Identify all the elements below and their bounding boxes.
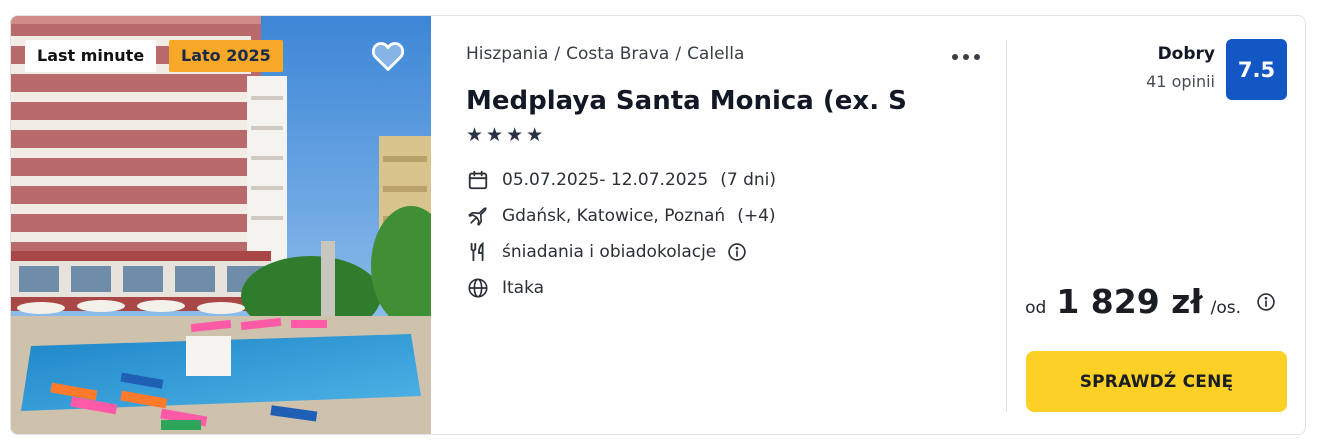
check-price-button[interactable]: SPRAWDŹ CENĘ <box>1026 351 1287 412</box>
operator-row: Itaka <box>466 276 776 300</box>
star-icon: ★ <box>466 125 484 146</box>
hotel-photo[interactable]: Last minute Lato 2025 <box>11 16 431 434</box>
reviews-count[interactable]: 41 opinii <box>1146 72 1215 91</box>
price-amount: 1 829 zł <box>1056 282 1203 321</box>
offer-card[interactable]: Last minute Lato 2025 Hiszpania / Costa Br… <box>10 15 1306 435</box>
hotel-stars: ★ ★ ★ ★ <box>466 126 543 146</box>
duration-text: (7 dni) <box>720 170 776 190</box>
board-row: śniadania i obiadokolacje <box>466 240 776 264</box>
breadcrumb-region[interactable]: Costa Brava <box>566 44 669 64</box>
price-suffix: /os. <box>1210 298 1241 318</box>
info-icon[interactable] <box>1255 291 1277 313</box>
globe-icon <box>466 276 490 300</box>
last-minute-badge: Last minute <box>25 40 157 72</box>
season-badge: Lato 2025 <box>169 40 283 72</box>
price-prefix: od <box>1025 298 1047 318</box>
column-divider <box>1006 40 1007 412</box>
departure-row: Gdańsk, Katowice, Poznań (+4) <box>466 204 776 228</box>
more-dots-icon[interactable] <box>950 46 982 68</box>
calendar-icon <box>466 168 490 192</box>
offer-info: Hiszpania / Costa Brava / Calella Medplaya S… <box>466 16 1006 434</box>
offer-details: 05.07.2025- 12.07.2025 (7 dni) Gdańsk, K… <box>466 168 776 312</box>
star-icon: ★ <box>526 125 544 146</box>
star-icon: ★ <box>506 125 524 146</box>
breadcrumb: Hiszpania / Costa Brava / Calella <box>466 44 744 64</box>
rating-label: Dobry <box>1157 44 1215 64</box>
rating-score: 7.5 <box>1226 39 1287 100</box>
hotel-name[interactable]: Medplaya Santa Monica (ex. S... <box>466 86 906 116</box>
favorite-button[interactable] <box>368 36 408 76</box>
departure-airports: Gdańsk, Katowice, Poznań <box>502 206 726 226</box>
breadcrumb-country[interactable]: Hiszpania <box>466 44 548 64</box>
breadcrumb-city[interactable]: Calella <box>687 44 744 64</box>
departure-more[interactable]: (+4) <box>737 206 775 226</box>
breadcrumb-separator: / <box>675 44 682 64</box>
price: od 1 829 zł /os. <box>1025 282 1277 321</box>
heart-icon <box>371 42 405 71</box>
dates-text: 05.07.2025- 12.07.2025 <box>502 170 709 190</box>
operator-name: Itaka <box>502 278 545 298</box>
cutlery-icon <box>466 240 490 264</box>
dates-row: 05.07.2025- 12.07.2025 (7 dni) <box>466 168 776 192</box>
hotel-photo-image <box>11 16 431 434</box>
board-text: śniadania i obiadokolacje <box>502 242 717 262</box>
plane-icon <box>466 204 490 228</box>
info-icon[interactable] <box>726 241 748 263</box>
star-icon: ★ <box>486 125 504 146</box>
breadcrumb-separator: / <box>554 44 561 64</box>
